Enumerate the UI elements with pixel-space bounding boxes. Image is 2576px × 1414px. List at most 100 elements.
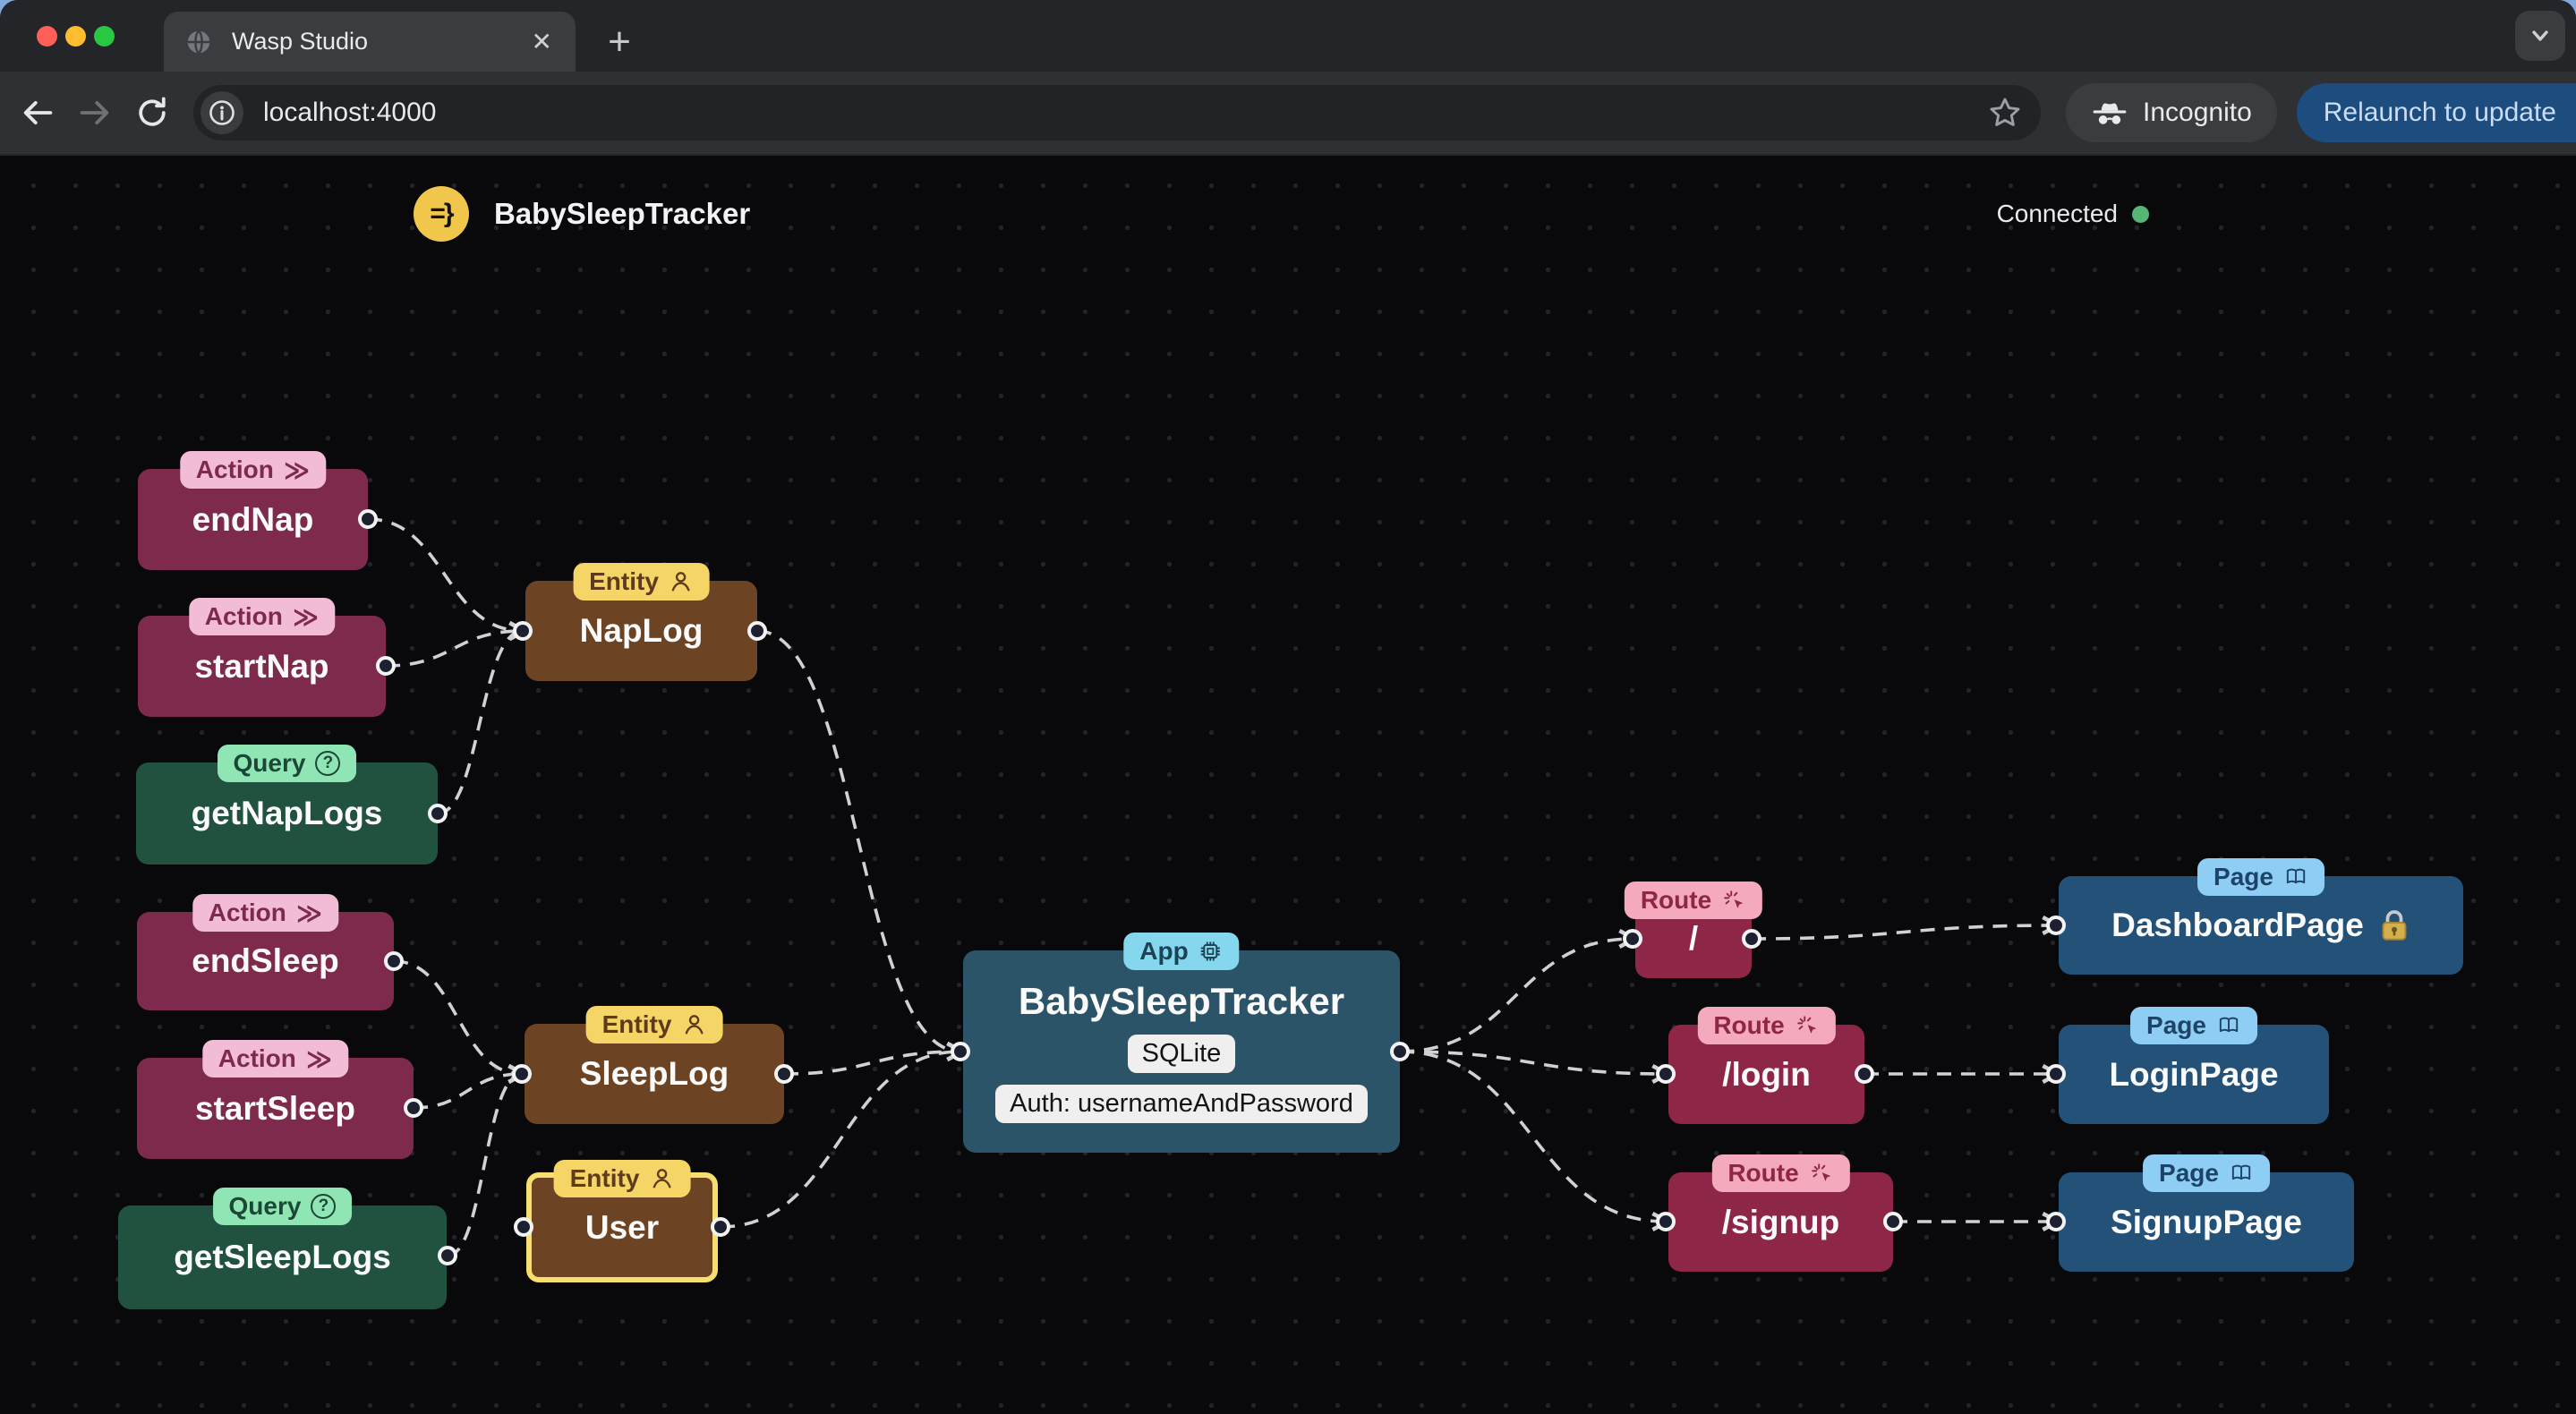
chip-icon xyxy=(1201,941,1221,961)
wasp-logo: =} xyxy=(414,186,469,242)
port-LoginPage-in[interactable] xyxy=(2046,1064,2066,1084)
node-route-root[interactable]: Route / xyxy=(1624,882,1763,978)
node-getNapLogs[interactable]: Query? getNapLogs xyxy=(136,745,438,865)
port-getSleepLogs-out[interactable] xyxy=(438,1246,457,1265)
port-endNap-out[interactable] xyxy=(358,509,378,529)
node-startNap[interactable]: Action ≫ startNap xyxy=(138,598,386,717)
site-info-button[interactable] xyxy=(200,91,243,134)
screen: Wasp Studio ✕ + localhost:4000 Incognito… xyxy=(0,0,2576,1414)
edge-startSleep-SleepLog xyxy=(413,1074,522,1110)
wasp-studio-canvas[interactable]: =} BabySleepTracker Connected Action ≫ e… xyxy=(0,156,2576,1414)
action-chevrons-icon: ≫ xyxy=(283,456,311,484)
badge-label: Query xyxy=(228,1192,302,1220)
connection-status-label: Connected xyxy=(1996,200,2118,227)
node-label: endSleep xyxy=(192,942,339,979)
node-SleepLog[interactable]: Entity SleepLog xyxy=(525,1006,784,1124)
url-bar[interactable]: localhost:4000 xyxy=(193,85,2041,141)
port-route-signup-in[interactable] xyxy=(1656,1212,1676,1231)
close-window-traffic-light[interactable] xyxy=(37,26,57,47)
port-NapLog-in[interactable] xyxy=(513,621,533,641)
page-name: DashboardPage xyxy=(2111,907,2364,943)
port-route-root-in[interactable] xyxy=(1623,929,1642,949)
edge-App-RouteLogin xyxy=(1399,1050,1666,1074)
port-SleepLog-out[interactable] xyxy=(774,1064,794,1084)
node-DashboardPage[interactable]: Page DashboardPage xyxy=(2059,858,2463,975)
port-app-out[interactable] xyxy=(1390,1042,1410,1061)
forward-button[interactable] xyxy=(66,84,124,141)
action-badge: Action ≫ xyxy=(179,451,327,489)
node-route-login[interactable]: Route /login xyxy=(1668,1007,1864,1124)
port-startSleep-out[interactable] xyxy=(404,1098,423,1118)
port-route-root-out[interactable] xyxy=(1742,929,1761,949)
port-NapLog-out[interactable] xyxy=(747,621,767,641)
question-mark-icon: ? xyxy=(311,1194,337,1219)
maximize-window-traffic-light[interactable] xyxy=(94,26,115,47)
route-badge: Route xyxy=(1711,1154,1850,1192)
badge-label: Page xyxy=(2213,863,2273,890)
tab-search-chevron-button[interactable] xyxy=(2515,11,2565,61)
node-getSleepLogs[interactable]: Query? getSleepLogs xyxy=(118,1188,447,1309)
port-route-signup-out[interactable] xyxy=(1883,1212,1903,1231)
port-route-login-out[interactable] xyxy=(1855,1064,1874,1084)
port-endSleep-out[interactable] xyxy=(384,951,404,971)
cursor-click-icon xyxy=(1812,1163,1831,1181)
new-tab-button[interactable]: + xyxy=(593,16,645,68)
node-label: /login xyxy=(1722,1055,1811,1093)
entity-badge: Entity xyxy=(585,1006,723,1043)
node-label: getNapLogs xyxy=(191,795,383,831)
page-badge: Page xyxy=(2130,1007,2257,1044)
incognito-icon xyxy=(2093,103,2127,124)
lock-icon xyxy=(2382,910,2407,941)
edge-RouteRoot-DashboardPage xyxy=(1751,925,2056,941)
cursor-click-icon xyxy=(1724,890,1744,908)
port-app-in[interactable] xyxy=(951,1042,970,1061)
node-LoginPage[interactable]: Page LoginPage xyxy=(2059,1007,2329,1124)
globe-favicon xyxy=(187,30,210,54)
minimize-window-traffic-light[interactable] xyxy=(65,26,86,47)
node-SignupPage[interactable]: Page SignupPage xyxy=(2059,1154,2354,1272)
connection-status: Connected xyxy=(1997,200,2149,228)
reload-button[interactable] xyxy=(124,84,181,141)
port-DashboardPage-in[interactable] xyxy=(2046,916,2066,935)
node-endNap[interactable]: Action ≫ endNap xyxy=(138,451,368,570)
bookmark-star-icon[interactable] xyxy=(1987,95,2023,131)
badge-label: Page xyxy=(2159,1159,2219,1187)
node-User[interactable]: Entity User xyxy=(526,1160,718,1282)
node-label: BabySleepTracker xyxy=(1018,980,1345,1022)
port-SignupPage-in[interactable] xyxy=(2046,1212,2066,1231)
port-getNapLogs-out[interactable] xyxy=(428,804,448,823)
info-icon xyxy=(209,100,235,125)
edge-getNapLogs-NapLog xyxy=(437,631,523,815)
port-User-out[interactable] xyxy=(711,1217,730,1237)
route-badge: Route xyxy=(1697,1007,1836,1044)
action-chevrons-icon: ≫ xyxy=(292,602,320,631)
port-User-in[interactable] xyxy=(514,1217,533,1237)
back-arrow-icon xyxy=(23,101,53,124)
port-SleepLog-in[interactable] xyxy=(512,1064,532,1084)
node-app-BabySleepTracker[interactable]: App BabySleepTracker SQLite Auth: userna… xyxy=(963,933,1400,1153)
node-startSleep[interactable]: Action ≫ startSleep xyxy=(137,1040,414,1159)
entity-badge: Entity xyxy=(573,563,710,601)
back-button[interactable] xyxy=(9,84,66,141)
person-icon xyxy=(685,1015,704,1035)
node-route-signup[interactable]: Route /signup xyxy=(1668,1154,1893,1272)
node-endSleep[interactable]: Action ≫ endSleep xyxy=(137,894,394,1010)
studio-header: =} BabySleepTracker Connected xyxy=(0,156,2576,263)
database-pill: SQLite xyxy=(1127,1035,1236,1073)
node-label: getSleepLogs xyxy=(174,1239,391,1275)
port-route-login-in[interactable] xyxy=(1656,1064,1676,1084)
close-tab-icon[interactable]: ✕ xyxy=(528,27,556,56)
query-badge: Query? xyxy=(212,1188,353,1225)
relaunch-label: Relaunch to update xyxy=(2323,98,2556,127)
browser-tab[interactable]: Wasp Studio ✕ xyxy=(164,12,576,72)
browser-toolbar: localhost:4000 Incognito Relaunch to upd… xyxy=(0,72,2576,154)
node-NapLog[interactable]: Entity NapLog xyxy=(525,563,757,681)
badge-label: Route xyxy=(1640,886,1712,914)
edge-getSleepLogs-SleepLog xyxy=(447,1074,522,1257)
person-icon xyxy=(671,572,690,592)
port-startNap-out[interactable] xyxy=(376,656,396,676)
relaunch-to-update-button[interactable]: Relaunch to update xyxy=(2296,83,2576,142)
open-book-icon xyxy=(2286,868,2306,884)
edge-App-RouteSignup xyxy=(1399,1050,1666,1222)
node-label: LoginPage xyxy=(2109,1055,2279,1093)
